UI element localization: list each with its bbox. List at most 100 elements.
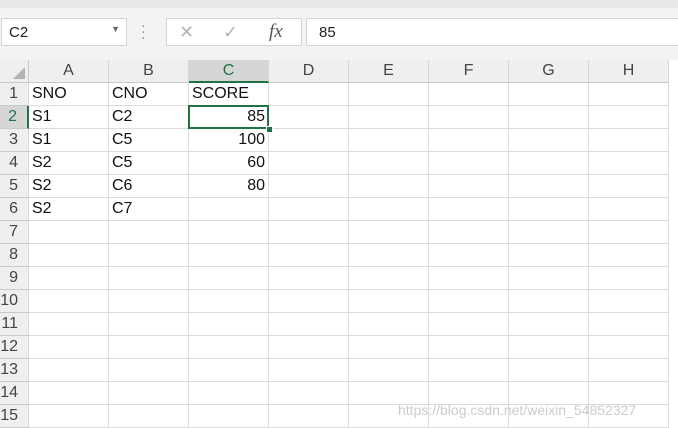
column-header-a[interactable]: A [29, 60, 109, 83]
cell-b15[interactable] [109, 405, 189, 428]
cell-d11[interactable] [269, 313, 349, 336]
cell-e9[interactable] [349, 267, 429, 290]
cell-a5[interactable]: S2 [29, 175, 109, 198]
cell-g6[interactable] [509, 198, 589, 221]
cell-a3[interactable]: S1 [29, 129, 109, 152]
cell-d4[interactable] [269, 152, 349, 175]
cell-b2[interactable]: C2 [109, 106, 189, 129]
cell-a4[interactable]: S2 [29, 152, 109, 175]
cell-h13[interactable] [589, 359, 669, 382]
cell-h9[interactable] [589, 267, 669, 290]
cell-g8[interactable] [509, 244, 589, 267]
cell-c12[interactable] [189, 336, 269, 359]
enter-icon[interactable]: ✓ [223, 22, 238, 43]
cell-g3[interactable] [509, 129, 589, 152]
cell-c7[interactable] [189, 221, 269, 244]
cell-d12[interactable] [269, 336, 349, 359]
row-header-7[interactable]: 7 [0, 221, 29, 244]
cell-g10[interactable] [509, 290, 589, 313]
cell-e10[interactable] [349, 290, 429, 313]
name-box[interactable]: C2 ▼ [1, 18, 127, 46]
cell-e6[interactable] [349, 198, 429, 221]
cell-d8[interactable] [269, 244, 349, 267]
cell-d6[interactable] [269, 198, 349, 221]
cell-h1[interactable] [589, 83, 669, 106]
cell-c5[interactable]: 80 [189, 175, 269, 198]
column-header-c[interactable]: C [189, 60, 269, 83]
cell-f7[interactable] [429, 221, 509, 244]
cell-d10[interactable] [269, 290, 349, 313]
row-header-12[interactable]: 12 [0, 336, 29, 359]
cell-h6[interactable] [589, 198, 669, 221]
cell-c10[interactable] [189, 290, 269, 313]
cell-d15[interactable] [269, 405, 349, 428]
cell-e7[interactable] [349, 221, 429, 244]
chevron-down-icon[interactable]: ▼ [111, 24, 120, 34]
cell-h3[interactable] [589, 129, 669, 152]
cell-b5[interactable]: C6 [109, 175, 189, 198]
cell-f3[interactable] [429, 129, 509, 152]
cell-c9[interactable] [189, 267, 269, 290]
cell-g7[interactable] [509, 221, 589, 244]
cell-d7[interactable] [269, 221, 349, 244]
cell-f4[interactable] [429, 152, 509, 175]
cell-e5[interactable] [349, 175, 429, 198]
cell-g1[interactable] [509, 83, 589, 106]
cell-c13[interactable] [189, 359, 269, 382]
cell-d14[interactable] [269, 382, 349, 405]
cell-a10[interactable] [29, 290, 109, 313]
cell-g9[interactable] [509, 267, 589, 290]
cell-e12[interactable] [349, 336, 429, 359]
cell-b3[interactable]: C5 [109, 129, 189, 152]
column-header-b[interactable]: B [109, 60, 189, 83]
formula-input[interactable]: 85 [306, 18, 678, 46]
cell-c2[interactable]: 85 [189, 106, 269, 129]
cell-h10[interactable] [589, 290, 669, 313]
cell-b4[interactable]: C5 [109, 152, 189, 175]
row-header-11[interactable]: 11 [0, 313, 29, 336]
cell-h12[interactable] [589, 336, 669, 359]
row-header-2[interactable]: 2 [0, 106, 29, 129]
column-header-h[interactable]: H [589, 60, 669, 83]
cell-a7[interactable] [29, 221, 109, 244]
cell-f13[interactable] [429, 359, 509, 382]
row-header-8[interactable]: 8 [0, 244, 29, 267]
cell-a1[interactable]: SNO [29, 83, 109, 106]
cell-f1[interactable] [429, 83, 509, 106]
row-header-15[interactable]: 15 [0, 405, 29, 428]
cell-e3[interactable] [349, 129, 429, 152]
cell-g4[interactable] [509, 152, 589, 175]
cell-h2[interactable] [589, 106, 669, 129]
cell-c14[interactable] [189, 382, 269, 405]
cell-f8[interactable] [429, 244, 509, 267]
column-header-f[interactable]: F [429, 60, 509, 83]
insert-function-icon[interactable]: fx [269, 21, 283, 43]
cell-b12[interactable] [109, 336, 189, 359]
cell-c11[interactable] [189, 313, 269, 336]
cell-a14[interactable] [29, 382, 109, 405]
cell-c4[interactable]: 60 [189, 152, 269, 175]
cell-f2[interactable] [429, 106, 509, 129]
cell-e11[interactable] [349, 313, 429, 336]
cell-a8[interactable] [29, 244, 109, 267]
cell-b13[interactable] [109, 359, 189, 382]
cell-h8[interactable] [589, 244, 669, 267]
cell-a12[interactable] [29, 336, 109, 359]
cell-d13[interactable] [269, 359, 349, 382]
cell-a6[interactable]: S2 [29, 198, 109, 221]
cell-e1[interactable] [349, 83, 429, 106]
row-header-3[interactable]: 3 [0, 129, 29, 152]
cell-f11[interactable] [429, 313, 509, 336]
row-header-14[interactable]: 14 [0, 382, 29, 405]
cell-g2[interactable] [509, 106, 589, 129]
row-header-1[interactable]: 1 [0, 83, 29, 106]
cell-c8[interactable] [189, 244, 269, 267]
cell-f5[interactable] [429, 175, 509, 198]
cell-d9[interactable] [269, 267, 349, 290]
cell-g13[interactable] [509, 359, 589, 382]
cell-b10[interactable] [109, 290, 189, 313]
cell-b9[interactable] [109, 267, 189, 290]
select-all-button[interactable] [0, 60, 29, 83]
cell-d1[interactable] [269, 83, 349, 106]
cell-f9[interactable] [429, 267, 509, 290]
